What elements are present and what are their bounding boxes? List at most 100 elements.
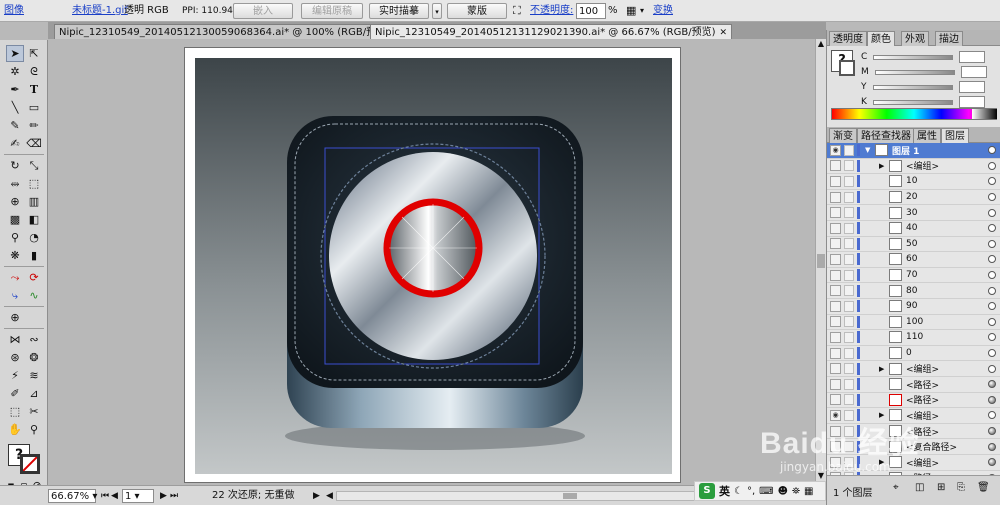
layer-name[interactable]: 40 <box>906 223 917 233</box>
visibility-eye-icon[interactable] <box>830 363 841 375</box>
ime-logo-icon[interactable]: S <box>699 483 715 499</box>
tab-gradient[interactable]: 渐变 <box>829 128 857 143</box>
next-artboard-icon[interactable]: ⏭ <box>170 489 178 503</box>
lock-toggle-icon[interactable] <box>844 191 854 203</box>
mesh-tool-icon[interactable]: ▩ <box>6 211 24 228</box>
magic-wand-tool-icon[interactable]: ✲ <box>6 63 24 80</box>
free-transform-tool-icon[interactable]: ⬚ <box>25 175 43 192</box>
color-spectrum[interactable] <box>831 108 997 120</box>
symbol-sprayer-tool-icon[interactable]: ❋ <box>6 247 24 264</box>
punctuation-icon[interactable]: °, <box>747 486 755 497</box>
layer-name[interactable]: 80 <box>906 286 917 296</box>
edit-original-button[interactable]: 编辑原稿 <box>301 3 363 19</box>
layer-row[interactable]: 90 <box>827 299 1000 315</box>
target-circle-icon[interactable] <box>988 317 996 326</box>
layer-row[interactable]: 50 <box>827 237 1000 253</box>
target-circle-icon[interactable] <box>988 255 996 264</box>
visibility-eye-icon[interactable] <box>830 316 841 328</box>
collapse-chevron-icon[interactable]: ▼ <box>865 146 870 154</box>
visibility-eye-icon[interactable] <box>830 378 841 390</box>
layer-row[interactable]: <路径> <box>827 377 1000 393</box>
layer-row[interactable]: 0 <box>827 346 1000 362</box>
layer-name[interactable]: 100 <box>906 317 923 327</box>
artboard[interactable] <box>184 47 681 483</box>
perspective-tool-icon[interactable]: ▥ <box>25 193 43 210</box>
lock-toggle-icon[interactable] <box>844 238 854 250</box>
zoom-select[interactable]: 66.67% ▾ <box>48 489 97 503</box>
layer-row[interactable]: ◉ ▼ 图层 1 <box>827 143 1000 159</box>
artboard-select[interactable]: 1 ▾ <box>122 489 154 503</box>
lock-toggle-icon[interactable] <box>844 378 854 390</box>
layer-row[interactable]: 110 <box>827 330 1000 346</box>
slice-tool-icon[interactable]: ✂ <box>25 403 43 420</box>
gradient-tool-icon[interactable]: ◧ <box>25 211 43 228</box>
rotate-tool-icon[interactable]: ↻ <box>6 157 24 174</box>
selection-tool-icon[interactable]: ➤ <box>6 45 24 62</box>
h-scroll-thumb[interactable] <box>563 493 577 499</box>
lock-toggle-icon[interactable] <box>844 222 854 234</box>
layer-name[interactable]: 图层 1 <box>892 144 919 157</box>
layer-row[interactable]: ▶ <编组> <box>827 361 1000 377</box>
opacity-input[interactable]: 100 <box>576 3 606 19</box>
pencil-tool-icon[interactable]: ✏ <box>25 117 43 134</box>
pucker-tool-icon[interactable]: ⊛ <box>6 349 24 366</box>
ime-language[interactable]: 英 <box>719 483 730 499</box>
visibility-eye-icon[interactable]: ◉ <box>830 144 841 156</box>
target-circle-icon[interactable] <box>988 224 996 233</box>
visibility-eye-icon[interactable] <box>830 191 841 203</box>
pen-add-anchor-tool-icon[interactable]: ⤳ <box>6 269 24 286</box>
direct-selection-tool-icon[interactable]: ⇱ <box>25 45 43 62</box>
tab-stroke[interactable]: 描边 <box>935 31 963 46</box>
target-circle-icon[interactable] <box>988 193 996 202</box>
target-circle-icon[interactable] <box>988 380 996 389</box>
new-layer-icon[interactable]: ⎘ <box>957 482 965 493</box>
target-circle-icon[interactable] <box>988 286 996 295</box>
align-icon[interactable]: ▦ <box>626 3 636 19</box>
visibility-eye-icon[interactable] <box>830 160 841 172</box>
pen-tool-icon[interactable]: ✒ <box>6 81 24 98</box>
lock-toggle-icon[interactable] <box>844 285 854 297</box>
make-clipping-mask-icon[interactable]: ◫ <box>915 482 924 493</box>
visibility-eye-icon[interactable] <box>830 222 841 234</box>
embed-button[interactable]: 嵌入 <box>233 3 293 19</box>
shirt-icon[interactable]: ⛯ <box>792 486 800 497</box>
eyedropper-tool-icon[interactable]: ⚲ <box>6 229 24 246</box>
channel-y-slider[interactable] <box>872 84 953 90</box>
eraser-tool-icon[interactable]: ⌫ <box>25 135 43 152</box>
measure-tool-icon[interactable]: ⊿ <box>25 385 43 402</box>
artboard-tool-icon[interactable]: ⬚ <box>6 403 24 420</box>
tab-appearance[interactable]: 外观 <box>901 31 929 46</box>
opacity-label[interactable]: 不透明度: <box>530 3 573 19</box>
channel-c-input[interactable] <box>959 51 986 63</box>
grid-icon[interactable]: ▦ <box>804 486 813 497</box>
scale-tool-icon[interactable]: ⤡ <box>25 157 43 174</box>
target-circle-icon[interactable] <box>988 333 996 342</box>
channel-k-input[interactable] <box>958 96 985 108</box>
close-icon[interactable]: ✕ <box>720 28 728 38</box>
target-circle-icon[interactable] <box>988 349 996 358</box>
tab-color[interactable]: 颜色 <box>867 31 895 46</box>
lock-toggle-icon[interactable] <box>844 175 854 187</box>
layer-row[interactable]: 40 <box>827 221 1000 237</box>
layer-row[interactable]: 30 <box>827 205 1000 221</box>
layer-row[interactable]: <路径> <box>827 393 1000 409</box>
layer-name[interactable]: 70 <box>906 270 917 280</box>
channel-k-slider[interactable] <box>872 99 953 105</box>
moon-icon[interactable]: ☾ <box>734 486 743 497</box>
graph-tool-icon[interactable]: ▮ <box>25 247 43 264</box>
scroll-up-icon[interactable]: ▲ <box>816 39 826 49</box>
layer-name[interactable]: <编组> <box>906 159 939 172</box>
layer-row[interactable]: 20 <box>827 190 1000 206</box>
lasso-tool-icon[interactable]: ᘓ <box>25 63 43 80</box>
tab-document-1[interactable]: Nipic_12310549_20140512130059068364.ai* … <box>54 24 407 39</box>
delete-layer-icon[interactable]: 🗑 <box>977 482 990 493</box>
target-circle-icon[interactable] <box>988 161 996 170</box>
target-circle-icon[interactable] <box>988 427 996 436</box>
lock-toggle-icon[interactable] <box>844 160 854 172</box>
layer-row[interactable]: 60 <box>827 252 1000 268</box>
target-circle-icon[interactable] <box>988 302 996 311</box>
expand-chevron-icon[interactable]: ▶ <box>879 365 884 373</box>
transform-link[interactable]: 变换 <box>653 3 673 19</box>
shape-builder-tool-icon[interactable]: ⊕ <box>6 193 24 210</box>
layer-row[interactable]: ▶ <编组> <box>827 159 1000 175</box>
